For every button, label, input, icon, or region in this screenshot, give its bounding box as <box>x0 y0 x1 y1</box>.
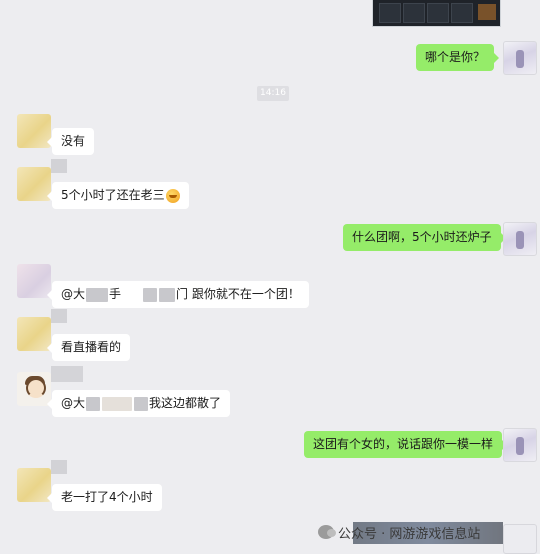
contact-avatar[interactable] <box>17 114 51 148</box>
message-bubble-outgoing[interactable]: 这团有个女的，说话跟你一模一样 <box>304 431 508 458</box>
screenshot-highlight <box>478 4 496 20</box>
contact-avatar[interactable] <box>17 372 51 406</box>
message-text: 这团有个女的，说话跟你一模一样 <box>313 437 494 451</box>
redacted-blur <box>86 287 109 302</box>
redacted-blur <box>86 396 101 411</box>
message-text: 看直播看的 <box>61 340 122 354</box>
avatar-blur-patch <box>51 460 67 474</box>
contact-avatar[interactable] <box>17 159 67 201</box>
self-avatar[interactable] <box>503 222 537 256</box>
avatar-figure <box>516 231 524 249</box>
message-bubble-incoming[interactable]: 5个小时了还在老三 <box>47 182 189 209</box>
self-avatar[interactable] <box>503 524 537 554</box>
chat-window: 哪个是你？ 14:16 没有 5个小时了还在老三 什么团啊，5个小时还炉子 @大… <box>0 0 540 554</box>
message-bubble-incoming[interactable]: 没有 <box>46 128 95 155</box>
message-bubble-incoming[interactable]: @大 手 门 跟你就不在一个团！ <box>47 281 309 308</box>
watermark-text: 公众号 · 网游游戏信息站 <box>338 526 481 542</box>
wechat-official-account-icon <box>318 525 336 539</box>
message-text: 5个小时了还在老三 <box>61 188 165 202</box>
message-bubble-outgoing[interactable]: 什么团啊，5个小时还炉子 <box>343 224 506 251</box>
message-bubble-incoming[interactable]: 看直播看的 <box>46 334 131 361</box>
redacted-blur <box>143 287 158 302</box>
avatar-blur-patch <box>51 159 67 173</box>
grinning-sweat-emoji-icon <box>165 188 180 203</box>
avatar-blur-patch <box>51 309 67 323</box>
self-avatar[interactable] <box>503 41 537 75</box>
message-text: 老一打了4个小时 <box>61 490 153 504</box>
message-text-part: @大 <box>61 287 86 301</box>
message-text: 没有 <box>61 134 86 148</box>
message-bubble-incoming[interactable]: @大 我这边都散了 <box>46 390 231 417</box>
contact-avatar[interactable] <box>17 460 67 502</box>
message-text-part: @大 <box>61 396 86 410</box>
contact-avatar[interactable] <box>17 264 51 298</box>
redacted-blur <box>134 396 149 411</box>
sender-name-blur <box>51 366 83 382</box>
message-bubble-incoming[interactable]: 老一打了4个小时 <box>47 484 162 511</box>
screenshot-cell <box>451 3 473 23</box>
screenshot-cell <box>379 3 401 23</box>
screenshot-cell <box>427 3 449 23</box>
watermark: 公众号 · 网游游戏信息站 <box>318 519 503 545</box>
avatar-figure <box>516 50 524 68</box>
screenshot-cell <box>403 3 425 23</box>
redacted-blur <box>102 396 133 411</box>
shared-screenshot-image[interactable] <box>372 0 501 27</box>
message-text-part: 手 <box>109 287 122 301</box>
timestamp-divider: 14:16 <box>257 86 289 101</box>
message-text: 哪个是你？ <box>425 50 486 64</box>
redacted-blur <box>159 287 176 302</box>
contact-avatar[interactable] <box>17 309 67 351</box>
message-text: 什么团啊，5个小时还炉子 <box>352 230 492 244</box>
avatar-face <box>26 378 46 398</box>
avatar-figure <box>516 437 524 455</box>
message-bubble-outgoing[interactable]: 哪个是你？ <box>416 44 500 71</box>
self-avatar[interactable] <box>503 428 537 462</box>
message-text-part: 我这边都散了 <box>149 396 222 410</box>
message-text-part: 门 跟你就不在一个团！ <box>176 287 300 301</box>
